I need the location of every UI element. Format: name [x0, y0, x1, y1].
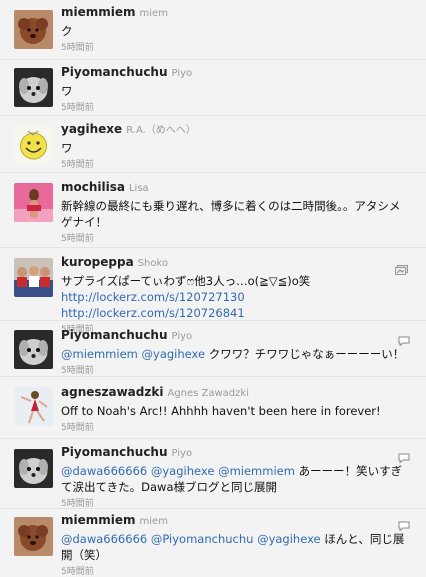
avatar[interactable]	[14, 330, 53, 369]
tweet-text-segment: Off to Noah's Arc!! Ahhhh haven't been h…	[61, 404, 381, 418]
url-link[interactable]: http://lockerz.com/s/120727130	[61, 290, 245, 304]
tweet-item[interactable]: agneszawadzki Agnes Zawadzki Off to Noah'…	[0, 377, 426, 439]
username[interactable]: yagihexe	[61, 122, 122, 136]
tweet-text-segment: ワ	[61, 84, 73, 98]
display-name: Agnes Zawadzki	[167, 388, 249, 399]
url-link[interactable]: http://lockerz.com/s/120726841	[61, 306, 245, 320]
tweet-text: ワ	[61, 83, 410, 99]
timestamp[interactable]: 5時間前	[61, 231, 410, 244]
timestamp[interactable]: 5時間前	[61, 100, 410, 113]
tweet-text-segment: サプライズぱーてぃわずෆ他3人っ…o(≧▽≦)o笑	[61, 274, 311, 288]
tweet-text: ク	[61, 23, 410, 39]
timestamp[interactable]: 5時間前	[61, 157, 410, 170]
display-name: Piyo	[171, 68, 193, 79]
username[interactable]: Piyomanchuchu	[61, 445, 168, 459]
avatar[interactable]	[14, 449, 53, 488]
tweet-text: @dawa666666 @yagihexe @miemmiem あーーー！笑いす…	[61, 463, 410, 495]
avatar[interactable]	[14, 10, 53, 49]
mention-link[interactable]: @dawa666666	[61, 532, 147, 546]
tweet-item[interactable]: miemmiem miem ク 5時間前	[0, 0, 426, 60]
username[interactable]: miemmiem	[61, 513, 136, 527]
tweet-item[interactable]: miemmiem miem @dawa666666 @Piyomanchuchu …	[0, 509, 426, 577]
username[interactable]: Piyomanchuchu	[61, 65, 168, 79]
username[interactable]: agneszawadzki	[61, 385, 163, 399]
timestamp[interactable]: 5時間前	[61, 564, 410, 577]
avatar[interactable]	[14, 517, 53, 556]
tweet-text: ワ	[61, 140, 410, 156]
tweet-text-segment: ワ	[61, 141, 73, 155]
timestamp[interactable]: 5時間前	[61, 496, 410, 509]
tweet-item[interactable]: Piyomanchuchu Piyo @miemmiem @yagihexe クワ…	[0, 321, 426, 377]
tweet-item[interactable]: mochilisa Lisa 新幹線の最終にも乗り遅れ、博多に着くのは二時間後。。…	[0, 173, 426, 248]
tweet-item[interactable]: Piyomanchuchu Piyo ワ 5時間前	[0, 60, 426, 116]
mention-link[interactable]: @dawa666666	[61, 464, 147, 478]
tweet-text: 新幹線の最終にも乗り遅れ、博多に着くのは二時間後。。アタシメゲナイ！	[61, 198, 410, 230]
tweet-text: @dawa666666 @Piyomanchuchu @yagihexe ほんと…	[61, 531, 410, 563]
tweet-item[interactable]: Piyomanchuchu Piyo @dawa666666 @yagihexe …	[0, 439, 426, 509]
timeline: miemmiem miem ク 5時間前 Piyomanchuchu Piyo ワ …	[0, 0, 426, 577]
username[interactable]: miemmiem	[61, 5, 136, 19]
mention-link[interactable]: @miemmiem	[61, 347, 138, 361]
display-name: R.A.（めへへ）	[126, 125, 196, 136]
username[interactable]: Piyomanchuchu	[61, 328, 168, 342]
display-name: miem	[139, 516, 168, 527]
mention-link[interactable]: @yagihexe	[142, 347, 206, 361]
mention-link[interactable]: @yagihexe	[257, 532, 321, 546]
display-name: Piyo	[171, 331, 193, 342]
mention-link[interactable]: @miemmiem	[218, 464, 295, 478]
tweet-text-segment: クワワ？チワワじゃなぁーーーーい！	[205, 347, 405, 361]
username[interactable]: mochilisa	[61, 180, 125, 194]
avatar[interactable]	[14, 183, 53, 222]
avatar[interactable]	[14, 387, 53, 426]
mention-link[interactable]: @Piyomanchuchu	[151, 532, 254, 546]
tweet-text-segment: ク	[61, 24, 73, 38]
tweet-text: サプライズぱーてぃわずෆ他3人っ…o(≧▽≦)o笑 http://lockerz…	[61, 273, 410, 321]
timestamp[interactable]: 5時間前	[61, 420, 410, 433]
mention-link[interactable]: @yagihexe	[151, 464, 215, 478]
timestamp[interactable]: 5時間前	[61, 40, 410, 53]
avatar[interactable]	[14, 125, 53, 164]
tweet-text: Off to Noah's Arc!! Ahhhh haven't been h…	[61, 403, 410, 419]
display-name: Shoko	[137, 258, 169, 269]
timestamp[interactable]: 5時間前	[61, 363, 410, 376]
display-name: miem	[139, 8, 168, 19]
tweet-item[interactable]: yagihexe R.A.（めへへ） ワ 5時間前	[0, 116, 426, 173]
avatar[interactable]	[14, 258, 53, 297]
display-name: Lisa	[128, 183, 149, 194]
username[interactable]: kuropeppa	[61, 255, 134, 269]
avatar[interactable]	[14, 68, 53, 107]
tweet-item[interactable]: kuropeppa Shoko サプライズぱーてぃわずෆ他3人っ…o(≧▽≦)o笑…	[0, 248, 426, 335]
tweet-text-segment: 新幹線の最終にも乗り遅れ、博多に着くのは二時間後。。アタシメゲナイ！	[61, 199, 401, 229]
display-name: Piyo	[171, 448, 193, 459]
tweet-text: @miemmiem @yagihexe クワワ？チワワじゃなぁーーーーい！	[61, 346, 410, 362]
